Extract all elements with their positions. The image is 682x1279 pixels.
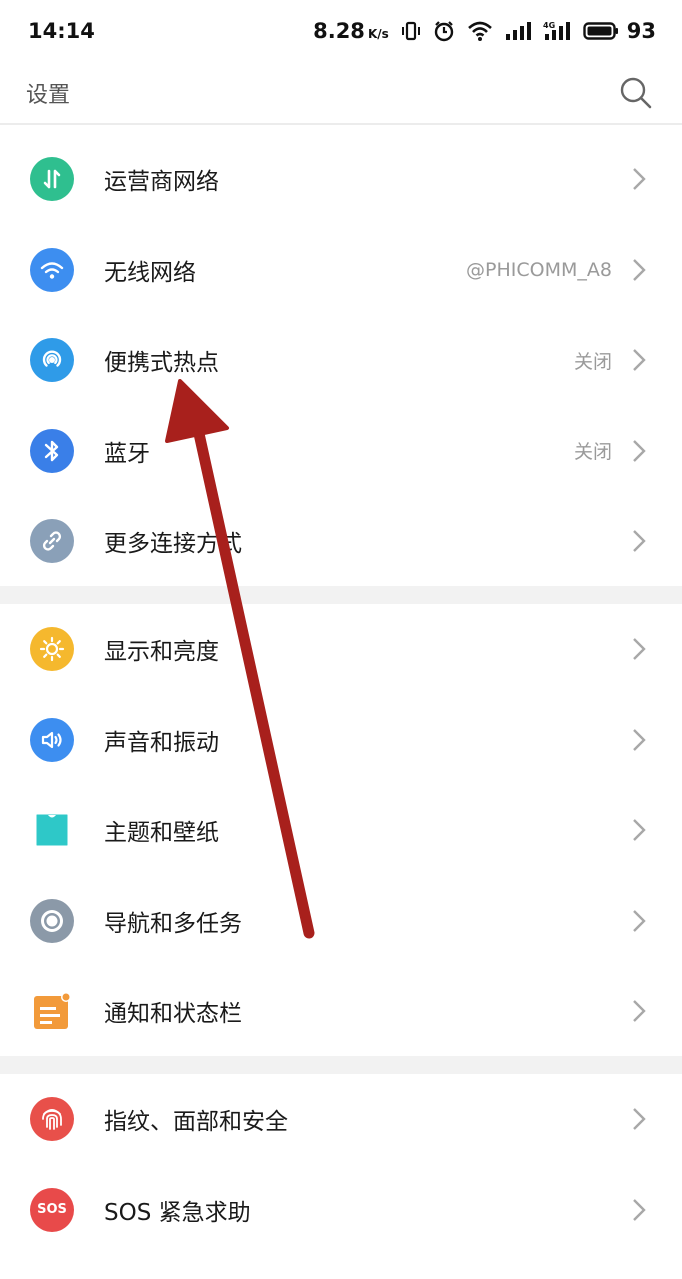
network-speed-value: 8.28 — [313, 19, 365, 43]
settings-item-label: 指纹、面部和安全 — [104, 1109, 288, 1136]
sound-icon — [30, 717, 74, 762]
settings-item-wifi[interactable]: 无线网络 @PHICOMM_A8 — [0, 225, 682, 316]
chevron-right-icon — [632, 1107, 646, 1131]
chevron-right-icon — [632, 529, 646, 553]
search-icon[interactable] — [618, 75, 654, 111]
settings-item-hotspot[interactable]: 便携式热点 关闭 — [0, 315, 682, 406]
hotspot-icon — [30, 338, 74, 383]
chevron-right-icon — [632, 637, 646, 661]
theme-icon — [30, 808, 74, 852]
settings-item-label: 更多连接方式 — [104, 531, 242, 558]
settings-item-sound[interactable]: 声音和振动 — [0, 695, 682, 786]
chevron-right-icon — [632, 348, 646, 372]
carrier-network-icon — [30, 157, 74, 202]
svg-text:4G: 4G — [543, 21, 555, 30]
navigation-icon — [30, 898, 74, 943]
signal-icon — [505, 20, 531, 42]
settings-item-label: 导航和多任务 — [104, 910, 242, 937]
settings-item-more-connections[interactable]: 更多连接方式 — [0, 496, 682, 587]
settings-item-theme[interactable]: 主题和壁纸 — [0, 785, 682, 876]
network-speed: 8.28 K/s — [313, 19, 389, 43]
settings-item-notifications[interactable]: 通知和状态栏 — [0, 966, 682, 1057]
settings-item-label: 无线网络 — [104, 259, 196, 286]
vibrate-icon — [401, 21, 421, 41]
settings-item-value: @PHICOMM_A8 — [466, 258, 612, 281]
settings-item-label: 运营商网络 — [104, 169, 219, 196]
status-bar: 14:14 8.28 K/s 4G 93 — [0, 0, 682, 62]
sos-icon-text: SOS — [37, 1202, 67, 1218]
settings-item-value: 关闭 — [573, 441, 612, 464]
header-divider — [0, 123, 682, 125]
battery-percent: 93 — [626, 19, 656, 43]
settings-item-navigation[interactable]: 导航和多任务 — [0, 876, 682, 967]
settings-item-label: 显示和亮度 — [104, 639, 219, 666]
settings-item-label: 主题和壁纸 — [104, 820, 219, 847]
wifi-icon — [30, 247, 74, 292]
sos-icon: SOS — [30, 1187, 74, 1232]
settings-item-sos[interactable]: SOS SOS 紧急求助 — [0, 1165, 682, 1256]
alarm-icon — [433, 20, 455, 42]
settings-item-carrier-network[interactable]: 运营商网络 — [0, 134, 682, 225]
chevron-right-icon — [632, 1198, 646, 1222]
chevron-right-icon — [632, 909, 646, 933]
settings-item-display[interactable]: 显示和亮度 — [0, 604, 682, 695]
network-speed-unit: K/s — [367, 27, 389, 41]
settings-item-label: 声音和振动 — [104, 729, 219, 756]
page-title: 设置 — [26, 83, 71, 108]
chevron-right-icon — [632, 728, 646, 752]
fingerprint-icon — [30, 1097, 74, 1142]
security-group: 指纹、面部和安全 SOS SOS 紧急求助 — [0, 1074, 682, 1255]
settings-item-label: 蓝牙 — [104, 440, 150, 467]
chevron-right-icon — [632, 258, 646, 282]
wifi-status-icon — [467, 20, 493, 42]
notification-icon — [30, 989, 74, 1033]
settings-header: 设置 — [0, 62, 682, 124]
display-group: 显示和亮度 声音和振动 主题和壁纸 导航和多任务 通知和状态栏 — [0, 604, 682, 1057]
section-divider — [0, 1056, 682, 1074]
signal-4g-icon: 4G — [543, 20, 571, 42]
settings-item-label: 通知和状态栏 — [104, 1001, 242, 1028]
chevron-right-icon — [632, 439, 646, 463]
status-time: 14:14 — [28, 19, 95, 43]
settings-item-value: 关闭 — [573, 350, 612, 373]
link-icon — [30, 519, 74, 564]
settings-item-security[interactable]: 指纹、面部和安全 — [0, 1074, 682, 1165]
settings-item-label: 便携式热点 — [104, 350, 219, 377]
settings-item-label: SOS 紧急求助 — [104, 1199, 251, 1226]
connectivity-group: 运营商网络 无线网络 @PHICOMM_A8 便携式热点 关闭 蓝牙 关闭 更多… — [0, 134, 682, 587]
battery-icon — [583, 21, 619, 41]
chevron-right-icon — [632, 818, 646, 842]
chevron-right-icon — [632, 999, 646, 1023]
bluetooth-icon — [30, 428, 74, 473]
section-divider — [0, 586, 682, 604]
status-icons: 8.28 K/s 4G 93 — [313, 19, 656, 43]
chevron-right-icon — [632, 167, 646, 191]
brightness-icon — [30, 627, 74, 672]
settings-item-bluetooth[interactable]: 蓝牙 关闭 — [0, 406, 682, 497]
